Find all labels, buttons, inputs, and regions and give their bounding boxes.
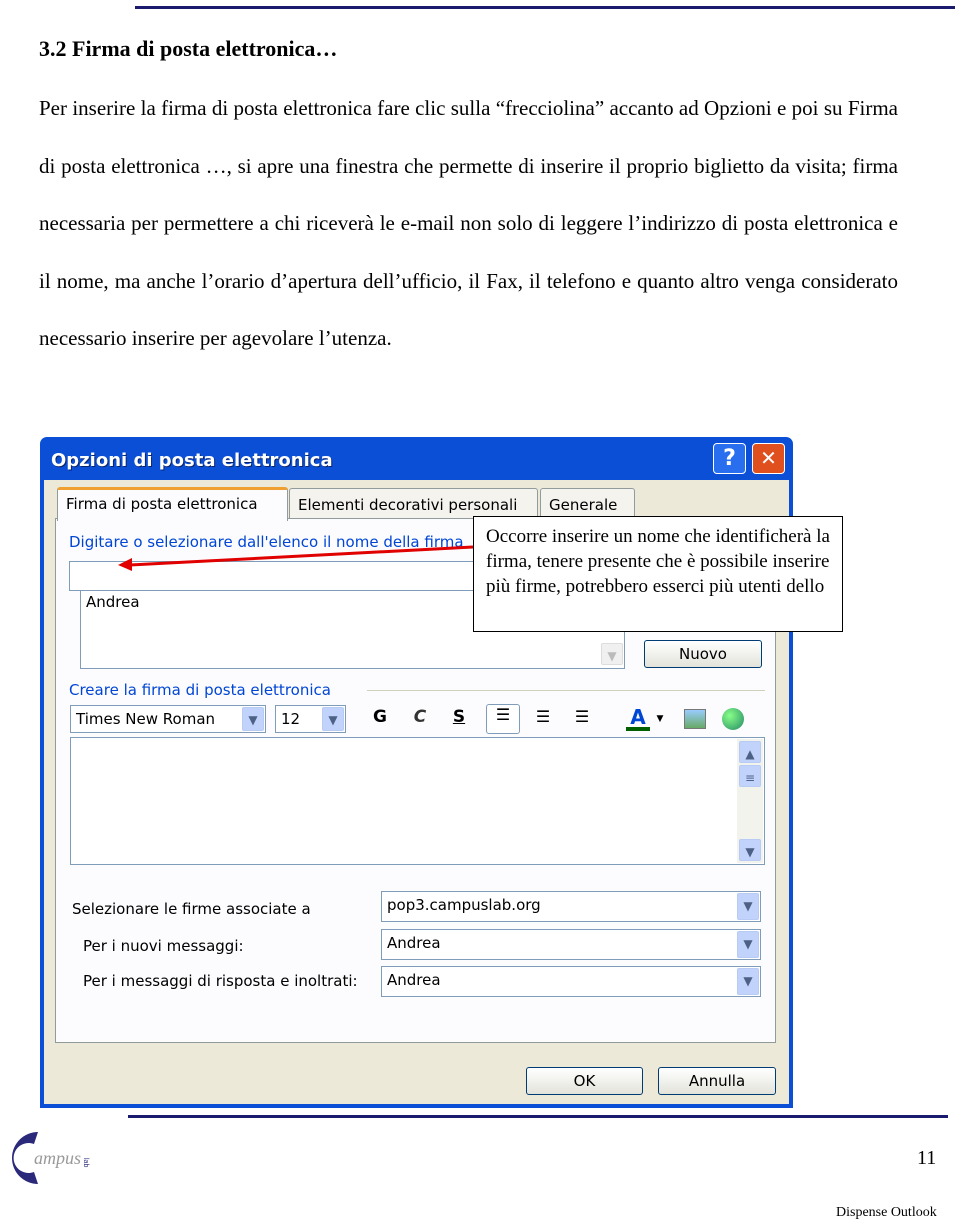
svg-text:lab: lab — [82, 1158, 89, 1167]
arrow-line — [129, 545, 474, 567]
campus-lab-logo: ampus lab — [12, 1132, 89, 1184]
page-number: 11 — [917, 1147, 937, 1169]
tab-signature[interactable]: Firma di posta elettronica — [57, 487, 288, 521]
document-title: Dispense Outlook — [836, 1205, 937, 1220]
callout-box: Occorre inserire un nome che identifiche… — [473, 516, 843, 632]
bottom-rule — [128, 1115, 948, 1118]
arrow-head — [118, 558, 132, 571]
svg-text:ampus: ampus — [34, 1148, 81, 1168]
